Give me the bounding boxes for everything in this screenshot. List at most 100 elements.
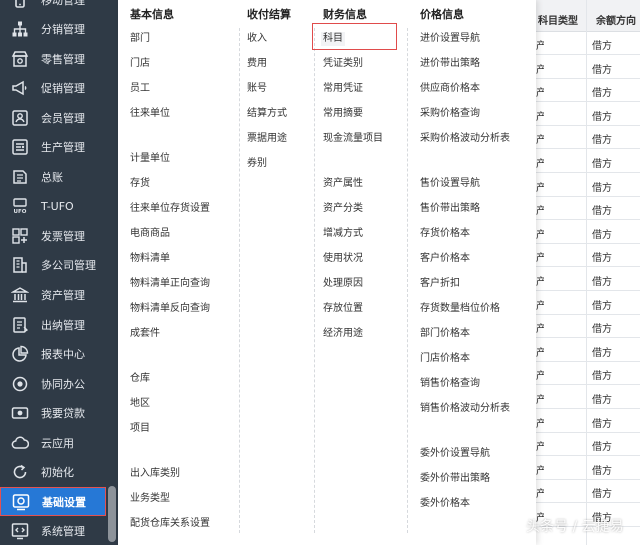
sidebar-item-4[interactable]: 促销管理 xyxy=(0,74,106,103)
sidebar-item-11[interactable]: 资产管理 xyxy=(0,281,106,310)
menu-item-financial-info[interactable]: 现金流量项目 xyxy=(323,132,383,146)
table-row[interactable]: 产 借方 xyxy=(536,244,640,268)
sidebar-item-10[interactable]: 多公司管理 xyxy=(0,251,106,280)
menu-item-price-info[interactable]: 销售价格查询 xyxy=(420,377,480,391)
table-row[interactable]: 产 借方 xyxy=(536,197,640,221)
table-row[interactable]: 产 借方 xyxy=(536,56,640,79)
menu-item-basic-info[interactable]: 物料清单正向查询 xyxy=(130,277,210,291)
menu-item-payment-settlement[interactable]: 费用 xyxy=(247,57,267,71)
table-row[interactable]: 产 借方 xyxy=(536,433,640,457)
menu-item-financial-info[interactable]: 处理原因 xyxy=(323,277,363,291)
menu-item-basic-info[interactable]: 项目 xyxy=(130,422,150,436)
sidebar-item-16[interactable]: 云应用 xyxy=(0,428,106,457)
menu-item-basic-info[interactable]: 成套件 xyxy=(130,327,160,341)
column-header-balance-direction[interactable]: 余额方向 xyxy=(596,12,636,27)
menu-item-basic-info[interactable]: 出入库类别 xyxy=(130,467,180,481)
menu-item-financial-info[interactable]: 资产分类 xyxy=(323,202,363,216)
menu-item-basic-info[interactable]: 配货仓库关系设置 xyxy=(130,517,210,531)
menu-item-basic-info[interactable]: 往来单位 xyxy=(130,107,170,121)
table-row[interactable]: 产 借方 xyxy=(536,221,640,244)
menu-item-financial-info[interactable]: 使用状况 xyxy=(323,252,363,266)
cell-account-type: 产 xyxy=(536,41,544,52)
menu-item-basic-info[interactable]: 门店 xyxy=(130,57,150,71)
menu-item-basic-info[interactable]: 存货 xyxy=(130,177,150,191)
sidebar-item-6[interactable]: 生产管理 xyxy=(0,133,106,162)
menu-item-price-info[interactable]: 销售价格波动分析表 xyxy=(420,402,510,416)
sidebar-item-5[interactable]: 会员管理 xyxy=(0,103,106,132)
table-row[interactable]: 产 借方 xyxy=(536,386,640,409)
menu-item-basic-info[interactable]: 部门 xyxy=(130,32,150,46)
table-row[interactable]: 产 借方 xyxy=(536,410,640,433)
menu-item-price-info[interactable]: 部门价格本 xyxy=(420,327,470,341)
table-row[interactable]: 产 借方 xyxy=(536,339,640,362)
menu-item-financial-info[interactable]: 存放位置 xyxy=(323,302,363,316)
menu-item-price-info[interactable]: 门店价格本 xyxy=(420,352,470,366)
table-row[interactable]: 产 借方 xyxy=(536,32,640,55)
menu-item-basic-info[interactable]: 电商商品 xyxy=(130,227,170,241)
menu-item-basic-info[interactable]: 地区 xyxy=(130,397,150,411)
sidebar-item-13[interactable]: 报表中心 xyxy=(0,340,106,369)
sidebar-item-12[interactable]: 出纳管理 xyxy=(0,310,106,339)
sidebar-scrollbar-track[interactable] xyxy=(106,0,118,545)
sidebar-item-14[interactable]: 协同办公 xyxy=(0,369,106,398)
menu-item-financial-info[interactable]: 资产属性 xyxy=(323,177,363,191)
sidebar-item-9[interactable]: 发票管理 xyxy=(0,221,106,250)
menu-item-price-info[interactable]: 供应商价格本 xyxy=(420,82,480,96)
sidebar-item-19[interactable]: 系统管理 xyxy=(0,517,106,545)
menu-item-price-info[interactable]: 存货价格本 xyxy=(420,227,470,241)
table-row[interactable]: 产 借方 xyxy=(536,292,640,315)
menu-item-basic-info[interactable]: 物料清单 xyxy=(130,252,170,266)
menu-item-payment-settlement[interactable]: 结算方式 xyxy=(247,107,287,121)
pie-chart-icon xyxy=(11,345,29,363)
sidebar-item-3[interactable]: 零售管理 xyxy=(0,44,106,73)
menu-item-price-info[interactable]: 进价设置导航 xyxy=(420,32,480,46)
menu-item-payment-settlement[interactable]: 券别 xyxy=(247,157,267,171)
table-row[interactable]: 产 借方 xyxy=(536,480,640,504)
menu-item-financial-info[interactable]: 常用凭证 xyxy=(323,82,363,96)
sidebar-item-2[interactable]: 分销管理 xyxy=(0,15,106,44)
menu-item-basic-info[interactable]: 员工 xyxy=(130,82,150,96)
menu-item-payment-settlement[interactable]: 票据用途 xyxy=(247,132,287,146)
table-row[interactable]: 产 借方 xyxy=(536,315,640,339)
sidebar-item-17[interactable]: 初始化 xyxy=(0,458,106,487)
table-row[interactable]: 产 借方 xyxy=(536,150,640,173)
menu-item-price-info[interactable]: 售价带出策略 xyxy=(420,202,480,216)
sidebar-item-7[interactable]: 总账 xyxy=(0,162,106,191)
menu-item-financial-info[interactable]: 常用摘要 xyxy=(323,107,363,121)
menu-item-basic-info[interactable]: 物料清单反向查询 xyxy=(130,302,210,316)
table-row[interactable]: 产 借方 xyxy=(536,126,640,150)
table-row[interactable]: 产 借方 xyxy=(536,103,640,126)
menu-item-basic-info[interactable]: 仓库 xyxy=(130,372,150,386)
menu-item-price-info[interactable]: 委外价带出策略 xyxy=(420,472,490,486)
column-header-account-type[interactable]: 科目类型 xyxy=(538,12,578,27)
menu-item-price-info[interactable]: 采购价格查询 xyxy=(420,107,480,121)
menu-item-price-info[interactable]: 进价带出策略 xyxy=(420,57,480,71)
cell-account-type: 产 xyxy=(536,347,544,359)
menu-item-financial-info[interactable]: 增减方式 xyxy=(323,227,363,241)
sidebar-item-18[interactable]: 基础设置 xyxy=(0,487,106,517)
menu-item-price-info[interactable]: 客户价格本 xyxy=(420,252,470,266)
menu-item-price-info[interactable]: 采购价格波动分析表 xyxy=(420,132,510,146)
table-row[interactable]: 产 借方 xyxy=(536,457,640,480)
table-row[interactable]: 产 借方 xyxy=(536,268,640,291)
menu-item-price-info[interactable]: 委外价格本 xyxy=(420,497,470,511)
sidebar-item-8[interactable]: UFO T-UFO xyxy=(0,192,106,221)
menu-item-financial-info[interactable]: 经济用途 xyxy=(323,327,363,341)
menu-item-price-info[interactable]: 售价设置导航 xyxy=(420,177,480,191)
menu-item-basic-info[interactable]: 业务类型 xyxy=(130,492,170,506)
menu-item-payment-settlement[interactable]: 收入 xyxy=(247,32,267,46)
menu-item-price-info[interactable]: 存货数量档位价格 xyxy=(420,302,500,316)
table-row[interactable]: 产 借方 xyxy=(536,362,640,386)
menu-item-price-info[interactable]: 客户折扣 xyxy=(420,277,460,291)
menu-item-basic-info[interactable]: 往来单位存货设置 xyxy=(130,202,210,216)
sidebar-item-15[interactable]: 我要贷款 xyxy=(0,399,106,428)
menu-item-price-info[interactable]: 委外价设置导航 xyxy=(420,447,490,461)
menu-item-financial-info[interactable]: 凭证类别 xyxy=(323,57,363,71)
cell-account-type: 产 xyxy=(536,489,544,501)
sidebar-scrollbar-thumb[interactable] xyxy=(108,486,116,542)
menu-item-payment-settlement[interactable]: 账号 xyxy=(247,82,267,96)
sidebar-item-1[interactable]: 移动管理 xyxy=(0,0,106,14)
menu-item-basic-info[interactable]: 计量单位 xyxy=(130,152,170,166)
table-row[interactable]: 产 借方 xyxy=(536,79,640,103)
table-row[interactable]: 产 借方 xyxy=(536,174,640,197)
